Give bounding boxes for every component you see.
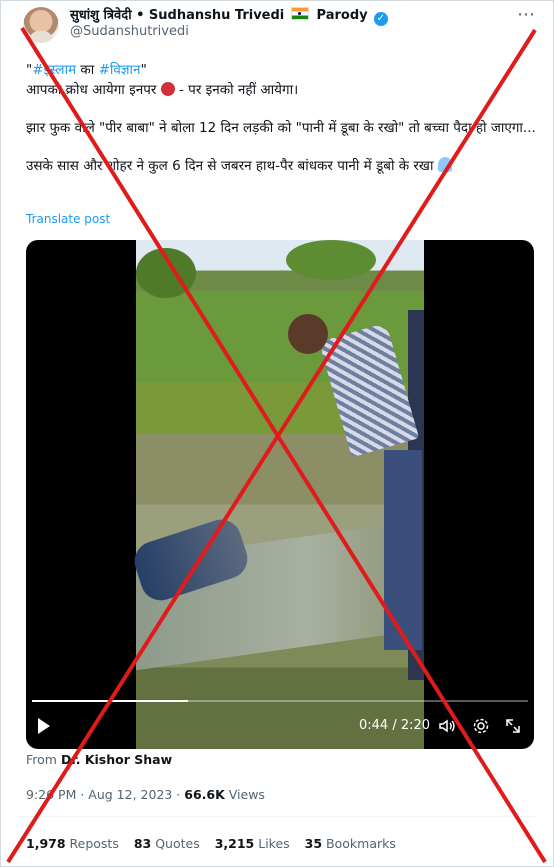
likes-label: Likes xyxy=(254,836,290,851)
video-source-name[interactable]: Dr. Kishor Shaw xyxy=(61,752,172,767)
hashtag-vigyan[interactable]: #विज्ञान xyxy=(99,62,141,78)
tweet-line-1: "#इस्लाम का #विज्ञान" xyxy=(26,60,536,80)
translate-post-link[interactable]: Translate post xyxy=(26,212,110,226)
likes-stat[interactable]: 3,215 Likes xyxy=(215,836,290,851)
video-frame xyxy=(129,240,424,749)
author-badge: Parody xyxy=(316,8,368,23)
facepalm-emoji xyxy=(437,157,452,172)
engagement-stats: 1,978 Reposts 83 Quotes 3,215 Likes 35 B… xyxy=(26,836,407,851)
tweet-line-2-start: आपको क्रोध आयेगा इनपर xyxy=(26,82,161,98)
video-player[interactable]: 0:44 / 2:20 xyxy=(26,240,534,749)
avatar[interactable] xyxy=(23,7,59,43)
reposts-stat[interactable]: 1,978 Reposts xyxy=(26,836,119,851)
gear-icon[interactable] xyxy=(472,717,490,735)
quote-close: " xyxy=(140,62,147,78)
post-meta: 9:26 PM · Aug 12, 2023 · 66.6K Views xyxy=(26,787,265,802)
hashtag-islam[interactable]: #इस्लाम xyxy=(32,62,76,78)
bookmarks-stat[interactable]: 35 Bookmarks xyxy=(305,836,396,851)
video-progress-fill xyxy=(32,700,188,702)
tweet-line-2: आपको क्रोध आयेगा इनपर - पर इनको नहीं आये… xyxy=(26,80,536,100)
tweet-line-2-end: - पर इनको नहीं आयेगा। xyxy=(174,82,299,98)
bookmarks-label: Bookmarks xyxy=(322,836,396,851)
video-current-time: 0:44 xyxy=(359,718,389,733)
author-name[interactable]: सुधांशु त्रिवेदी • Sudhanshu Trivedi xyxy=(70,8,284,23)
bookmarks-count: 35 xyxy=(304,836,323,851)
tweet-paragraph-3: उसके सास और शोहर ने कुल 6 दिन से जबरन हा… xyxy=(26,156,536,176)
tweet-paragraph-2: झार फुक वाले "पीर बाबा" ने बोला 12 दिन ल… xyxy=(26,120,536,136)
quotes-count: 83 xyxy=(133,836,152,851)
views-count: 66.6K xyxy=(184,787,225,802)
reposts-count: 1,978 xyxy=(26,836,66,851)
video-source: From Dr. Kishor Shaw xyxy=(26,752,172,767)
views-label: Views xyxy=(224,787,265,802)
more-options-icon[interactable]: ⋯ xyxy=(517,4,536,25)
play-icon[interactable] xyxy=(38,718,50,734)
divider xyxy=(20,816,536,817)
fullscreen-icon[interactable] xyxy=(504,717,522,735)
author-handle[interactable]: @Sudanshutrivedi xyxy=(70,24,189,39)
video-duration: 2:20 xyxy=(400,718,431,733)
tweet-text: "#इस्लाम का #विज्ञान" आपको क्रोध आयेगा इ… xyxy=(26,60,536,176)
volume-icon[interactable] xyxy=(438,717,456,735)
video-time: 0:44 / 2:20 xyxy=(359,718,430,733)
reposts-label: Reposts xyxy=(65,836,119,851)
angry-face-emoji xyxy=(160,82,175,96)
video-figure-standing xyxy=(318,322,420,458)
india-flag-icon xyxy=(291,7,310,20)
video-progress-bar[interactable] xyxy=(32,700,528,702)
quotes-stat[interactable]: 83 Quotes xyxy=(134,836,200,851)
likes-count: 3,215 xyxy=(214,836,255,851)
tweet-paragraph-3-text: उसके सास और शोहर ने कुल 6 दिन से जबरन हा… xyxy=(26,158,438,174)
quotes-label: Quotes xyxy=(151,836,200,851)
from-label: From xyxy=(26,752,57,767)
video-time-separator: / xyxy=(388,718,401,733)
tweet-line-1-mid: का xyxy=(76,62,99,78)
verified-check-icon: ✓ xyxy=(373,12,388,26)
post-timestamp[interactable]: 9:26 PM · Aug 12, 2023 · xyxy=(26,787,184,802)
